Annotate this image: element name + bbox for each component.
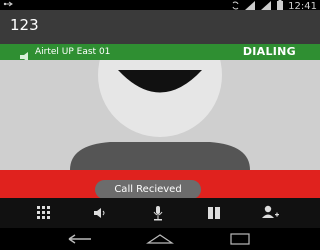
contact-photo <box>0 60 320 170</box>
caller-number: 123 <box>10 16 39 34</box>
mute-icon[interactable] <box>146 202 170 224</box>
speaker-icon[interactable] <box>88 202 112 224</box>
sim-icon <box>20 47 32 62</box>
call-state: DIALING <box>242 45 296 58</box>
in-call-controls <box>0 198 320 228</box>
caller-info: 123 <box>0 10 320 44</box>
navigation-bar <box>0 228 320 250</box>
home-icon[interactable] <box>142 232 178 246</box>
provider-bar: Airtel UP East 01 DIALING <box>0 44 320 62</box>
hold-icon[interactable] <box>202 202 226 224</box>
status-bar: 12:41 <box>0 0 320 11</box>
provider-name: Airtel UP East 01 <box>35 47 111 57</box>
recents-icon[interactable] <box>222 232 258 246</box>
dialpad-icon[interactable] <box>32 202 56 224</box>
toast-message: Call Recieved <box>95 180 201 199</box>
back-icon[interactable] <box>62 232 98 246</box>
contact-placeholder-icon <box>0 60 320 170</box>
add-call-icon[interactable] <box>258 202 282 224</box>
